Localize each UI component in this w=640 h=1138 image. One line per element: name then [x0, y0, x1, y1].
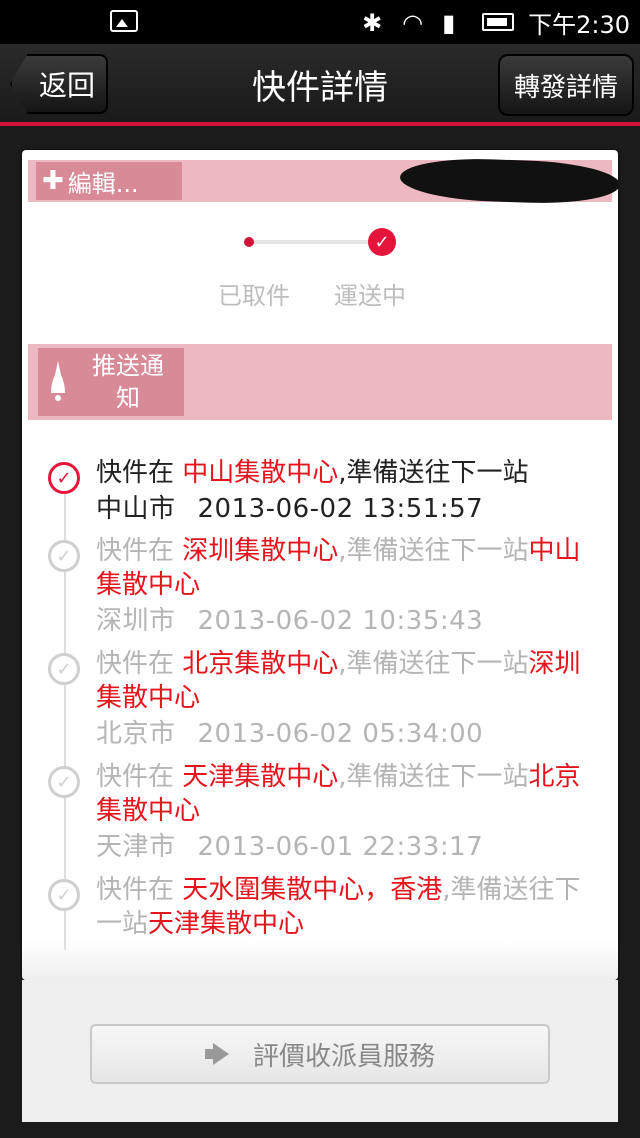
check-circle-icon: ✓	[48, 653, 80, 685]
progress-track	[250, 240, 380, 244]
hub-name: 天水圍集散中心，香港	[182, 875, 443, 905]
check-circle-icon: ✓	[48, 766, 80, 798]
hub-name: 北京集散中心	[182, 649, 339, 679]
battery-icon	[482, 13, 515, 31]
rate-courier-label: 評價收派員服務	[252, 1041, 435, 1072]
hub-name: 深圳集散中心	[182, 536, 339, 566]
image-notification-icon	[110, 10, 138, 32]
wifi-icon: ◠	[402, 9, 424, 37]
bluetooth-icon: ✱	[362, 9, 383, 37]
status-time: 下午2:30	[528, 10, 630, 39]
status-icons: ✱ ◠ ▮ 下午2:30	[362, 6, 630, 39]
timeline-meta: 天津市 2013-06-01 22:33:17	[96, 832, 484, 862]
hub-name: 天津集散中心	[182, 762, 339, 792]
check-circle-icon: ✓	[48, 879, 80, 911]
edit-button[interactable]: ✚ 編輯...	[36, 162, 182, 200]
redacted-tracking-number	[399, 156, 618, 206]
progress-start-dot	[244, 237, 254, 247]
rate-courier-button[interactable]: 評價收派員服務	[90, 1024, 550, 1084]
timeline-meta: 中山市 2013-06-02 13:51:57	[96, 494, 484, 524]
edit-bar: ✚ 編輯...	[28, 156, 618, 206]
scroll-fade	[22, 940, 618, 980]
timeline-meta: 北京市 2013-06-02 05:34:00	[96, 719, 484, 749]
timeline-meta: 深圳市 2013-06-02 10:35:43	[96, 606, 484, 636]
bell-icon	[38, 348, 78, 416]
stage-in-transit: 運送中	[334, 282, 406, 310]
edit-label: 編輯...	[67, 169, 139, 198]
signal-icon: ▮	[442, 9, 456, 37]
push-notification-label: 推送通 知	[92, 352, 164, 412]
shipment-panel: ✚ 編輯... ✓ 已取件 運送中 推送通 知 ✓ 快件在 中山集散中心,準備送…	[22, 150, 618, 980]
megaphone-icon	[204, 1043, 233, 1065]
check-circle-icon: ✓	[48, 540, 80, 572]
stage-picked-up: 已取件	[218, 282, 290, 310]
plus-icon: ✚	[42, 166, 64, 196]
status-bar: ✱ ◠ ▮ 下午2:30	[0, 0, 640, 44]
progress-check-icon: ✓	[368, 228, 396, 256]
check-circle-icon: ✓	[48, 462, 80, 494]
forward-details-button[interactable]: 轉發詳情	[498, 54, 634, 116]
header: 返回 快件詳情 轉發詳情	[0, 44, 640, 126]
hub-name: 中山集散中心	[182, 458, 339, 488]
push-notification-bar: 推送通 知	[28, 344, 612, 420]
push-notification-button[interactable]: 推送通 知	[38, 348, 184, 416]
bottom-area: 評價收派員服務	[22, 980, 618, 1122]
